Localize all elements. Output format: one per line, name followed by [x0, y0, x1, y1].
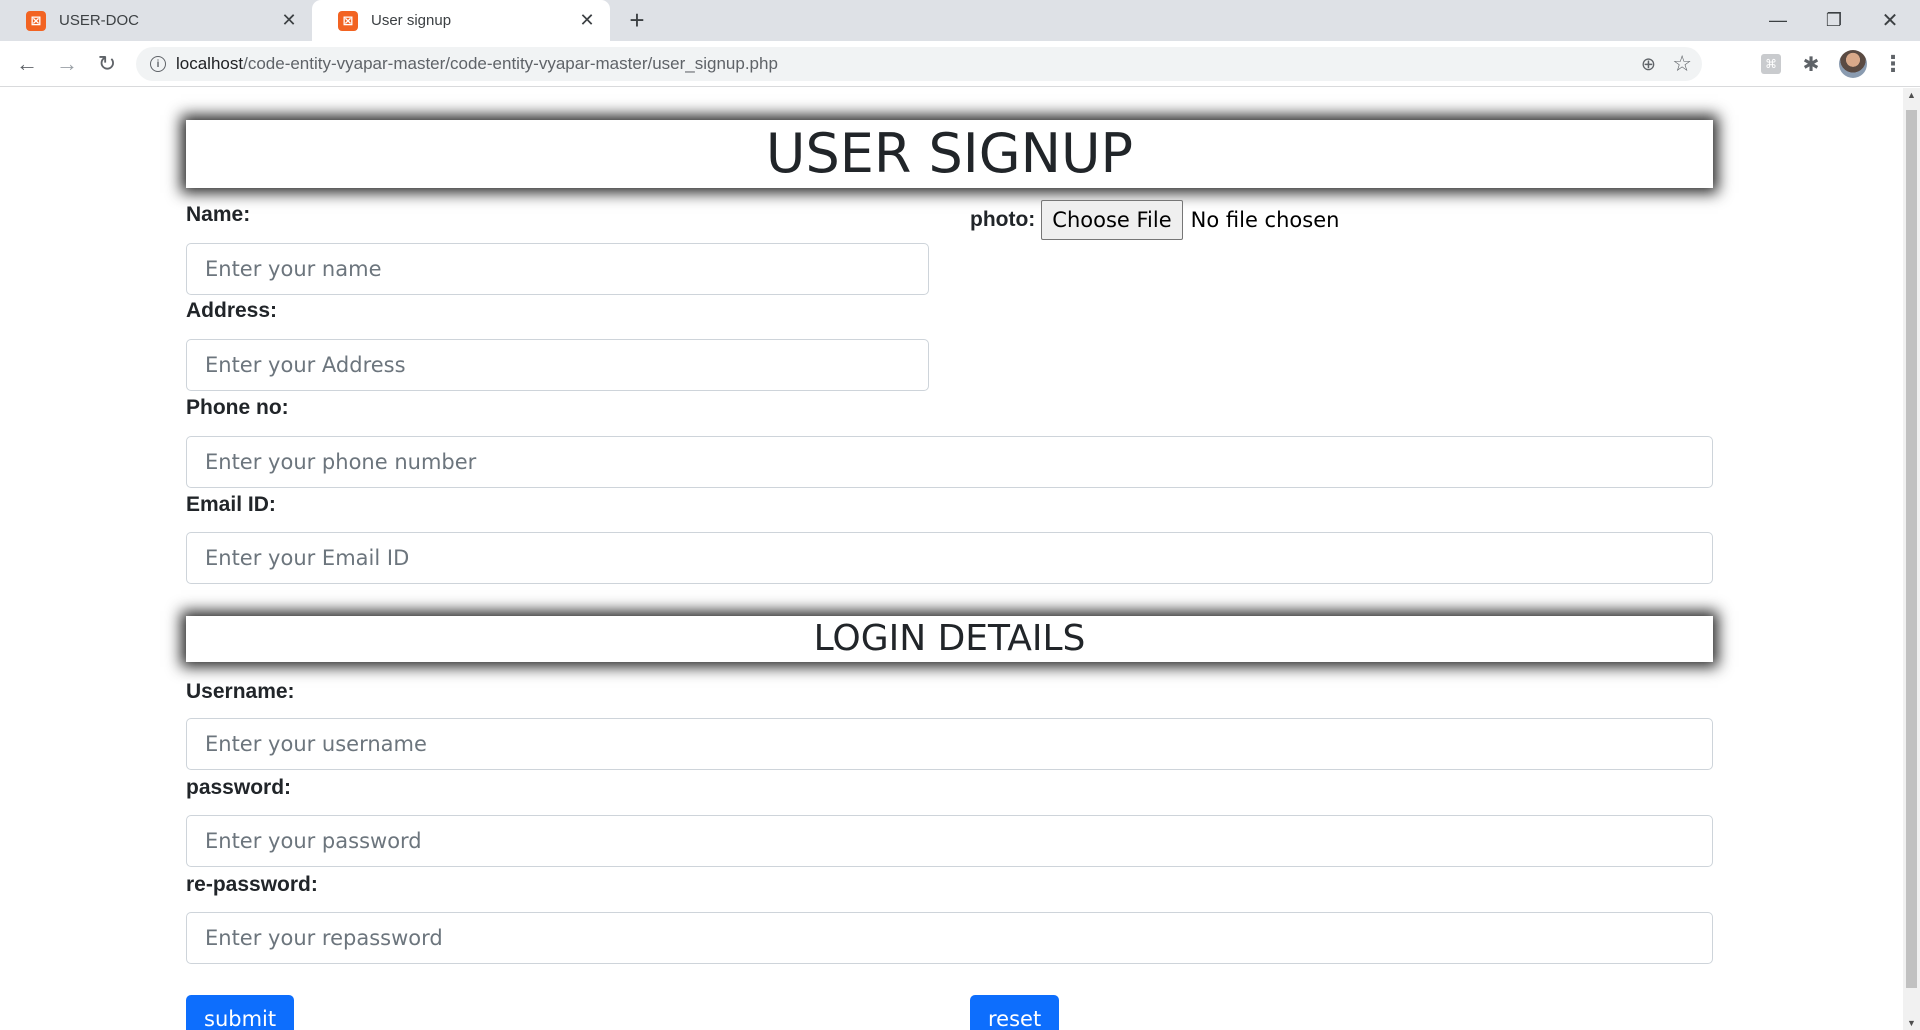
minimize-button[interactable]: — — [1750, 0, 1806, 41]
username-input[interactable] — [186, 718, 1713, 770]
scroll-up-arrow-icon[interactable]: ▲ — [1903, 90, 1920, 100]
tab-title: User signup — [371, 12, 452, 29]
address-bar[interactable]: i localhost/code-entity-vyapar-master/co… — [136, 47, 1702, 81]
close-icon[interactable]: ✕ — [278, 10, 300, 31]
close-icon[interactable]: ✕ — [576, 10, 598, 31]
extension-icon: ⌘ — [1761, 54, 1781, 74]
back-button[interactable]: ← — [12, 49, 42, 79]
photo-label: photo: — [970, 208, 1036, 231]
password-label: password: — [186, 776, 292, 799]
reset-button[interactable]: reset — [970, 995, 1060, 1030]
arrow-left-icon: ← — [16, 51, 38, 76]
browser-menu-button[interactable]: ⋮ — [1878, 49, 1908, 79]
star-icon[interactable]: ☆ — [1672, 51, 1692, 77]
vertical-scrollbar[interactable]: ▲ ▼ — [1903, 88, 1920, 1030]
profile-button[interactable] — [1838, 49, 1868, 79]
page-viewport: USER SIGNUP Name: photo: Choose File No … — [0, 88, 1903, 1030]
tab-strip: ⊠ USER-DOC ✕ ⊠ User signup ✕ + — ❐ ✕ — [0, 0, 1920, 41]
username-label: Username: — [186, 680, 295, 703]
scroll-down-arrow-icon[interactable]: ▼ — [1903, 1018, 1920, 1028]
restore-button[interactable]: ❐ — [1806, 0, 1862, 41]
reload-icon: ↻ — [97, 51, 117, 76]
kebab-menu-icon: ⋮ — [1882, 51, 1904, 76]
tab-user-signup[interactable]: ⊠ User signup ✕ — [312, 0, 610, 41]
xampp-icon: ⊠ — [338, 10, 358, 31]
xampp-icon: ⊠ — [26, 10, 46, 31]
puzzle-icon: ✱ — [1802, 53, 1820, 76]
scrollbar-thumb[interactable] — [1906, 110, 1917, 988]
name-input[interactable] — [186, 243, 929, 295]
avatar — [1839, 50, 1867, 78]
window-close-button[interactable]: ✕ — [1862, 0, 1918, 41]
info-icon[interactable]: i — [150, 56, 166, 72]
phone-label: Phone no: — [186, 396, 289, 419]
file-status: No file chosen — [1190, 208, 1340, 232]
repassword-input[interactable] — [186, 912, 1713, 964]
forward-button[interactable]: → — [52, 49, 82, 79]
zoom-icon[interactable]: ⊕ — [1641, 54, 1656, 75]
choose-file-button[interactable]: Choose File — [1041, 200, 1183, 240]
email-label: Email ID: — [186, 493, 276, 516]
address-label: Address: — [186, 299, 278, 322]
arrow-right-icon: → — [56, 51, 78, 76]
url-host: localhost — [176, 54, 244, 73]
name-label: Name: — [186, 203, 251, 226]
photo-upload: photo: Choose File No file chosen — [970, 200, 1339, 240]
tab-user-doc[interactable]: ⊠ USER-DOC ✕ — [0, 0, 312, 41]
login-details-heading: LOGIN DETAILS — [186, 616, 1713, 662]
email-input[interactable] — [186, 532, 1713, 584]
password-input[interactable] — [186, 815, 1713, 867]
url-path: /code-entity-vyapar-master/code-entity-v… — [243, 54, 778, 73]
new-tab-button[interactable]: + — [622, 6, 652, 36]
reload-button[interactable]: ↻ — [92, 49, 122, 79]
extensions-button[interactable]: ✱ — [1796, 49, 1826, 79]
repassword-label: re-password: — [186, 873, 318, 896]
phone-input[interactable] — [186, 436, 1713, 488]
address-input[interactable] — [186, 339, 929, 391]
extension-button[interactable]: ⌘ — [1756, 49, 1786, 79]
browser-toolbar: ← → ↻ i localhost/code-entity-vyapar-mas… — [0, 41, 1920, 87]
submit-button[interactable]: submit — [186, 995, 295, 1030]
page-title: USER SIGNUP — [186, 120, 1713, 188]
tab-title: USER-DOC — [59, 12, 140, 29]
